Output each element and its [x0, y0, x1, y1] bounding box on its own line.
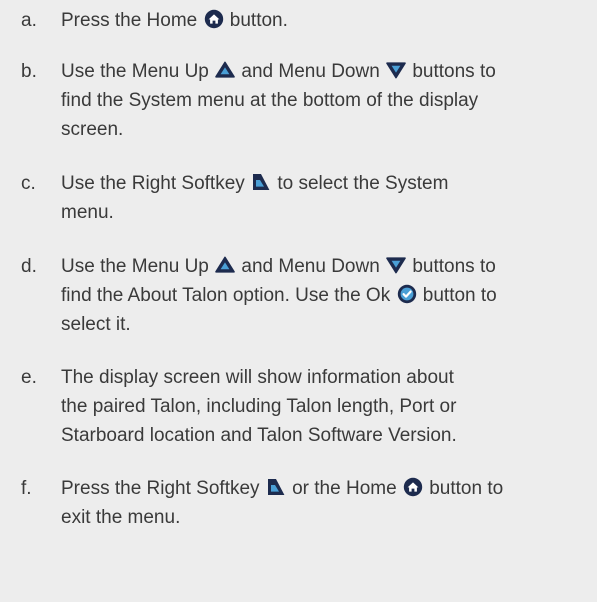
menu-down-icon — [386, 60, 406, 80]
step-text-run: Starboard location and Talon Software Ve… — [61, 425, 457, 446]
step-letter: a. — [21, 10, 37, 31]
step-text-run: exit the menu. — [61, 507, 181, 528]
step-line: Press the Right Softkey or the Home butt… — [61, 474, 595, 503]
ok-icon — [397, 284, 417, 304]
step-text-run: to select the System — [272, 173, 449, 194]
right-softkey-icon — [251, 172, 271, 192]
step-line: Use the Menu Up and Menu Down buttons to — [61, 252, 595, 281]
step-text-run: button. — [224, 10, 288, 31]
step-line: Press the Home button. — [61, 6, 595, 35]
step-line: find the About Talon option. Use the Ok … — [61, 281, 595, 310]
step-text-run: Press the Home — [61, 10, 203, 31]
step-letter: c. — [21, 173, 36, 194]
step-text-run: menu. — [61, 202, 114, 223]
step-text-run: Use the Menu Up — [61, 256, 215, 277]
instruction-steps: a. Press the Home button. b. Use the Menu … — [0, 0, 597, 602]
step-text: Press the Home button. — [61, 6, 595, 35]
step-text: Press the Right Softkey or the Home butt… — [61, 474, 595, 532]
step-text: Use the Menu Up and Menu Down buttons to… — [61, 252, 595, 339]
step-letter: b. — [21, 61, 37, 82]
step-text-run: the paired Talon, including Talon length… — [61, 396, 457, 417]
step-text: Use the Right Softkey to select the Syst… — [61, 169, 595, 227]
home-icon — [204, 9, 224, 29]
step-line: menu. — [61, 198, 595, 227]
step-text-run: Press the Right Softkey — [61, 478, 265, 499]
step-letter: e. — [21, 367, 37, 388]
step-text-run: button to — [423, 478, 504, 499]
step-line: Use the Menu Up and Menu Down buttons to — [61, 57, 595, 86]
step-text-run: and Menu Down — [236, 61, 386, 82]
step-line: Starboard location and Talon Software Ve… — [61, 421, 595, 450]
step-line: The display screen will show information… — [61, 363, 595, 392]
step-line: select it. — [61, 310, 595, 339]
step-text-run: select it. — [61, 314, 131, 335]
right-softkey-icon — [266, 477, 286, 497]
menu-up-icon — [215, 255, 235, 275]
step-text-run: Use the Menu Up — [61, 61, 215, 82]
step-text-run: or the Home — [286, 478, 402, 499]
step-letter: f. — [21, 478, 32, 499]
home-icon — [403, 477, 423, 497]
step-line: exit the menu. — [61, 503, 595, 532]
step-text-run: find the About Talon option. Use the Ok — [61, 285, 396, 306]
step-text: The display screen will show information… — [61, 363, 595, 450]
step-text-run: The display screen will show information… — [61, 367, 454, 388]
step-text-run: buttons to — [407, 256, 496, 277]
step-text-run: and Menu Down — [236, 256, 386, 277]
step-line: Use the Right Softkey to select the Syst… — [61, 169, 595, 198]
step-line: screen. — [61, 115, 595, 144]
step-letter: d. — [21, 256, 37, 277]
step-text-run: buttons to — [407, 61, 496, 82]
step-text-run: Use the Right Softkey — [61, 173, 251, 194]
step-text-run: find the System menu at the bottom of th… — [61, 90, 479, 111]
step-text-run: button to — [417, 285, 497, 306]
menu-up-icon — [215, 60, 235, 80]
step-line: find the System menu at the bottom of th… — [61, 86, 595, 115]
step-text: Use the Menu Up and Menu Down buttons to… — [61, 57, 595, 144]
menu-down-icon — [386, 255, 406, 275]
step-line: the paired Talon, including Talon length… — [61, 392, 595, 421]
step-text-run: screen. — [61, 119, 124, 140]
